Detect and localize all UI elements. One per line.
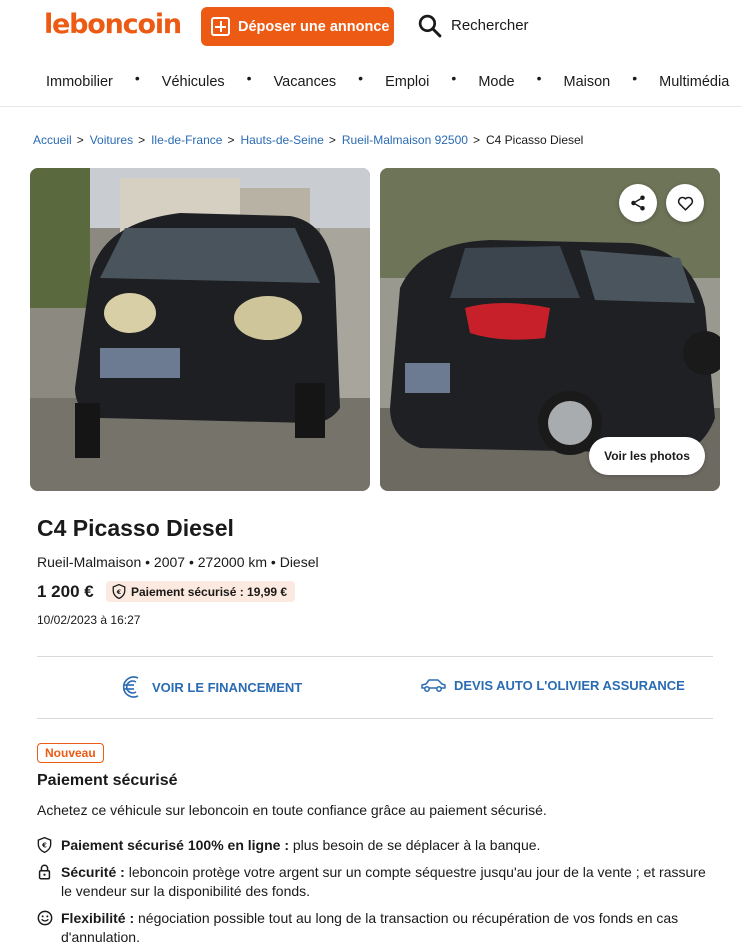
shield-euro-icon: € (112, 584, 126, 599)
new-badge: Nouveau (37, 743, 104, 763)
feature-text: leboncoin protège votre argent sur un co… (61, 864, 706, 899)
nav-separator: • (246, 70, 252, 86)
financing-link[interactable]: VOIR LE FINANCEMENT (120, 674, 302, 700)
breadcrumb-region[interactable]: Ile-de-France (151, 133, 222, 147)
share-button[interactable] (619, 184, 657, 222)
nav-item-maison[interactable]: Maison (564, 74, 611, 90)
breadcrumb-current: C4 Picasso Diesel (485, 133, 584, 147)
feature-flexibility: Flexibilité : négociation possible tout … (37, 909, 717, 947)
search-icon (418, 14, 442, 38)
nav-item-vehicules[interactable]: Véhicules (162, 74, 225, 90)
ad-subtitle: Rueil-Malmaison • 2007 • 272000 km • Die… (37, 554, 319, 570)
nav-separator: • (358, 70, 364, 86)
site-header: leboncoin Déposer une annonce Rechercher… (0, 0, 741, 107)
nav-item-vacances[interactable]: Vacances (274, 74, 337, 90)
feature-text: plus besoin de se déplacer à la banque. (289, 837, 541, 853)
insurance-quote-link[interactable]: DEVIS AUTO L'OLIVIER ASSURANCE (420, 677, 685, 693)
insurance-quote-label: DEVIS AUTO L'OLIVIER ASSURANCE (454, 677, 685, 693)
secure-payment-badge-label: Paiement sécurisé : 19,99 € (131, 584, 288, 599)
nav-item-mode[interactable]: Mode (478, 74, 514, 90)
secure-payment-badge: € Paiement sécurisé : 19,99 € (106, 581, 296, 602)
svg-text:€: € (116, 589, 121, 596)
divider (37, 718, 713, 719)
share-icon (631, 195, 645, 211)
breadcrumb-city[interactable]: Rueil-Malmaison 92500 (342, 133, 468, 147)
secure-payment-description: Achetez ce véhicule sur leboncoin en tou… (37, 802, 547, 818)
feature-text: négociation possible tout au long de la … (61, 910, 679, 945)
feature-security: Sécurité : leboncoin protège votre argen… (37, 863, 717, 901)
nav-item-multimedia[interactable]: Multimédia (659, 74, 729, 90)
shield-euro-icon: € (37, 836, 61, 858)
plus-icon (211, 17, 230, 36)
secure-payment-title: Paiement sécurisé (37, 772, 178, 789)
feature-online-payment: € Paiement sécurisé 100% en ligne : plus… (37, 836, 717, 858)
car-photo-front[interactable] (30, 168, 370, 491)
smiley-icon (37, 909, 61, 947)
euro-icon (120, 674, 144, 700)
category-nav: Immobilier • Véhicules • Vacances • Empl… (46, 70, 729, 91)
svg-text:€: € (41, 841, 47, 849)
financing-label: VOIR LE FINANCEMENT (152, 679, 303, 695)
breadcrumb: Accueil > Voitures > Ile-de-France > Hauts-… (33, 133, 584, 147)
nav-item-immobilier[interactable]: Immobilier (46, 74, 113, 90)
nav-item-emploi[interactable]: Emploi (385, 74, 429, 90)
lock-icon (37, 863, 61, 901)
feature-title: Paiement sécurisé 100% en ligne : (61, 837, 289, 853)
ad-date: 10/02/2023 à 16:27 (37, 613, 141, 627)
favorite-button[interactable] (666, 184, 704, 222)
leboncoin-logo[interactable]: leboncoin (44, 9, 182, 40)
divider (37, 656, 713, 657)
search-label: Rechercher (451, 17, 529, 34)
feature-title: Sécurité : (61, 864, 125, 880)
car-icon (420, 677, 446, 693)
breadcrumb-voitures[interactable]: Voitures (90, 133, 133, 147)
breadcrumb-department[interactable]: Hauts-de-Seine (240, 133, 323, 147)
heart-icon (677, 196, 693, 211)
deposit-ad-button[interactable]: Déposer une annonce (201, 7, 394, 46)
search-button[interactable]: Rechercher (417, 13, 529, 38)
feature-title: Flexibilité : (61, 910, 135, 926)
nav-separator: • (536, 70, 542, 86)
deposit-ad-label: Déposer une annonce (238, 18, 390, 35)
nav-separator: • (632, 70, 638, 86)
ad-price: 1 200 € (37, 582, 94, 601)
breadcrumb-accueil[interactable]: Accueil (33, 133, 72, 147)
nav-separator: • (451, 70, 457, 86)
ad-title: C4 Picasso Diesel (37, 515, 234, 541)
nav-separator: • (134, 70, 140, 86)
view-photos-button[interactable]: Voir les photos (589, 437, 705, 475)
